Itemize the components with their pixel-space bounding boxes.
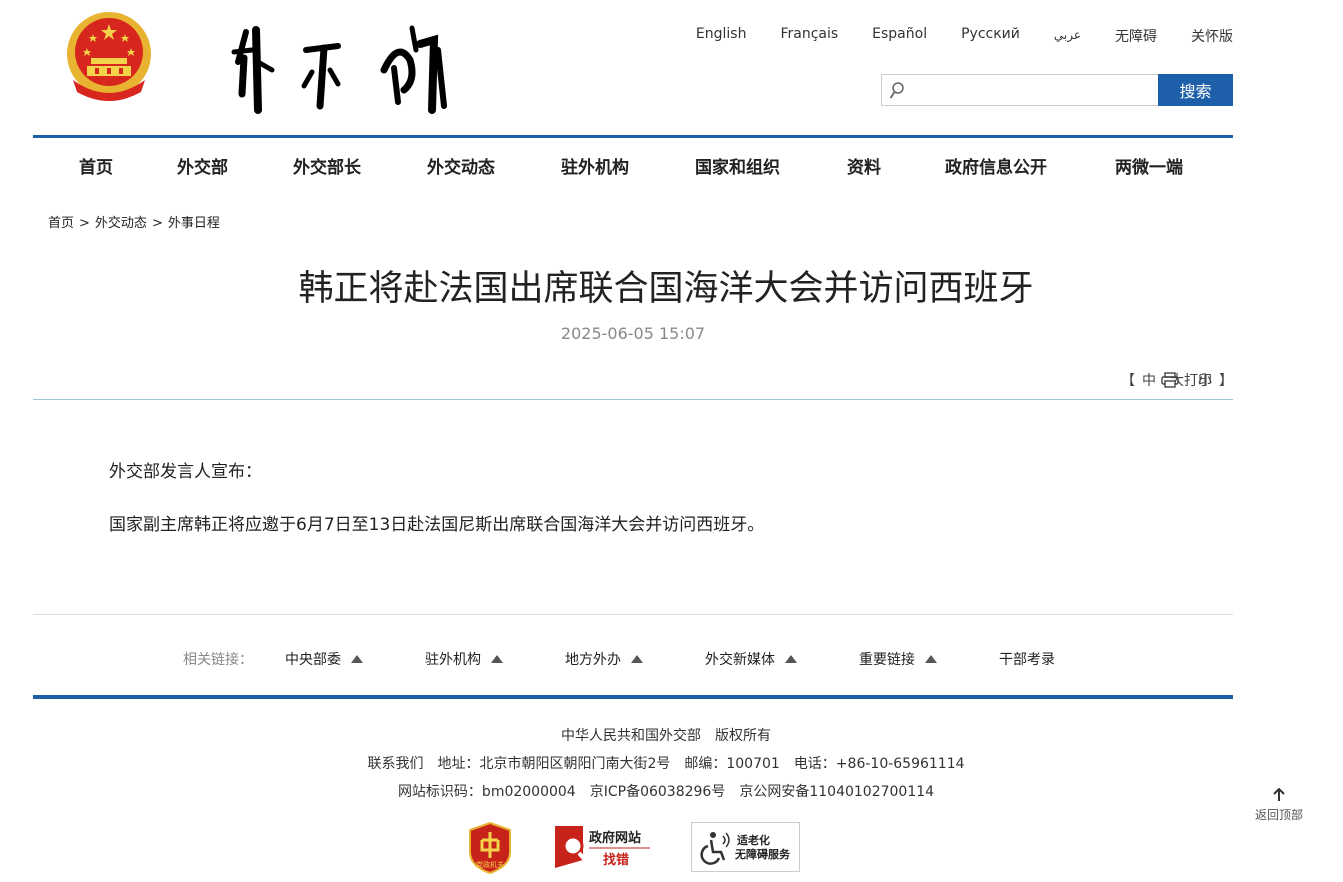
related-central-ministries[interactable]: 中央部委 bbox=[285, 649, 363, 669]
footer-address: 地址：北京市朝阳区朝阳门南大街2号 bbox=[437, 756, 671, 772]
nav-social-media[interactable]: 两微一端 bbox=[1115, 153, 1183, 178]
breadcrumb-schedule[interactable]: 外事日程 bbox=[168, 216, 220, 231]
related-recruitment[interactable]: 干部考录 bbox=[999, 649, 1055, 669]
triangle-up-icon bbox=[351, 655, 363, 663]
gov-site-error-badge[interactable]: 政府网站 找错 bbox=[553, 824, 653, 870]
footer-registration: 网站标识码：bm02000004 京ICP备06038296号 京公网安备11040… bbox=[33, 781, 1299, 801]
nav-gov-info[interactable]: 政府信息公开 bbox=[945, 153, 1047, 178]
related-new-media[interactable]: 外交新媒体 bbox=[705, 649, 797, 669]
party-gov-badge-text: 党政机关 bbox=[476, 860, 504, 869]
lang-russian-link[interactable]: Русский bbox=[961, 26, 1020, 46]
search-field bbox=[881, 74, 1158, 106]
article-paragraph: 国家副主席韩正将应邀于6月7日至13日赴法国尼斯出席联合国海洋大会并访问西班牙。 bbox=[109, 515, 765, 535]
article-divider bbox=[33, 399, 1233, 400]
triangle-up-icon bbox=[631, 655, 643, 663]
article-date: 2025-06-05 15:07 bbox=[560, 324, 706, 343]
breadcrumb-separator: > bbox=[151, 216, 163, 231]
search-bar: 搜索 bbox=[881, 74, 1233, 106]
footer-contact: 联系我们 地址：北京市朝阳区朝阳门南大街2号 邮编：100701 电话：+86-10-… bbox=[33, 753, 1299, 773]
related-links-label: 相关链接： bbox=[183, 652, 253, 668]
breadcrumb-separator: > bbox=[79, 216, 90, 231]
article-title: 韩正将赴法国出席联合国海洋大会并访问西班牙 bbox=[298, 269, 1034, 309]
breadcrumb-diplomatic-news[interactable]: 外交动态 bbox=[95, 216, 147, 231]
content-divider bbox=[33, 614, 1233, 615]
printer-icon bbox=[1161, 372, 1179, 388]
related-link-label: 外交新媒体 bbox=[705, 652, 775, 668]
lang-french-link[interactable]: Français bbox=[780, 26, 838, 46]
print-button[interactable]: 打印 bbox=[1161, 370, 1212, 390]
related-link-label: 地方外办 bbox=[565, 652, 621, 668]
lang-spanish-link[interactable]: Español bbox=[872, 26, 927, 46]
elderly-badge-top: 适老化 bbox=[737, 833, 770, 847]
gov-site-error-top: 政府网站 bbox=[589, 830, 641, 846]
bracket-open: 【 bbox=[1121, 373, 1135, 389]
related-link-label: 重要链接 bbox=[859, 652, 915, 668]
related-link-label: 驻外机构 bbox=[425, 652, 481, 668]
font-size-medium[interactable]: 中 bbox=[1142, 370, 1156, 390]
nav-countries-orgs[interactable]: 国家和组织 bbox=[695, 153, 780, 178]
police-record-link[interactable]: 京公网安备11040102700114 bbox=[739, 784, 934, 800]
nav-minister[interactable]: 外交部长 bbox=[293, 153, 361, 178]
footer-copyright: 中华人民共和国外交部 版权所有 bbox=[561, 728, 771, 744]
back-to-top-button[interactable]: 返回顶部 bbox=[1254, 788, 1304, 823]
footer-bar bbox=[33, 695, 1233, 699]
related-link-label: 中央部委 bbox=[285, 652, 341, 668]
nav-resources[interactable]: 资料 bbox=[847, 153, 881, 178]
search-input[interactable] bbox=[882, 75, 1158, 105]
back-to-top-label: 返回顶部 bbox=[1254, 808, 1303, 822]
gov-site-error-bottom: 找错 bbox=[603, 852, 629, 868]
contact-us-link[interactable]: 联系我们 bbox=[367, 756, 423, 772]
national-emblem-logo[interactable] bbox=[65, 10, 153, 102]
triangle-up-icon bbox=[785, 655, 797, 663]
article-paragraph: 外交部发言人宣布： bbox=[109, 462, 262, 482]
elderly-accessibility-badge[interactable]: 适老化 无障碍服务 bbox=[691, 822, 800, 872]
related-important-links[interactable]: 重要链接 bbox=[859, 649, 937, 669]
print-label: 打印 bbox=[1184, 373, 1212, 389]
triangle-up-icon bbox=[491, 655, 503, 663]
site-id: 网站标识码：bm02000004 bbox=[397, 784, 576, 800]
icp-link[interactable]: 京ICP备06038296号 bbox=[590, 784, 726, 800]
breadcrumb: 首页 > 外交动态 > 外事日程 bbox=[48, 212, 220, 231]
related-local-fao[interactable]: 地方外办 bbox=[565, 649, 643, 669]
footer-phone: 电话：+86-10-65961114 bbox=[793, 756, 965, 772]
nav-missions-abroad[interactable]: 驻外机构 bbox=[561, 153, 629, 178]
search-button[interactable]: 搜索 bbox=[1158, 74, 1233, 106]
nav-ministry[interactable]: 外交部 bbox=[177, 153, 228, 178]
lang-arabic-link[interactable]: عربي bbox=[1054, 28, 1081, 46]
related-missions-abroad[interactable]: 驻外机构 bbox=[425, 649, 503, 669]
triangle-up-icon bbox=[925, 655, 937, 663]
arrow-up-icon bbox=[1273, 788, 1285, 801]
bracket-close: 】 bbox=[1219, 373, 1233, 389]
lang-english-link[interactable]: English bbox=[696, 26, 747, 46]
accessibility-link[interactable]: 无障碍 bbox=[1115, 26, 1157, 46]
related-link-label: 干部考录 bbox=[999, 652, 1055, 668]
nav-home[interactable]: 首页 bbox=[79, 153, 113, 178]
party-gov-badge[interactable]: 党政机关 bbox=[468, 822, 512, 874]
search-icon bbox=[889, 82, 904, 99]
care-mode-link[interactable]: 关怀版 bbox=[1191, 26, 1233, 46]
nav-diplomatic-news[interactable]: 外交动态 bbox=[427, 153, 495, 178]
main-nav: 首页 外交部 外交部长 外交动态 驻外机构 国家和组织 资料 政府信息公开 两微… bbox=[33, 135, 1233, 189]
site-header: English Français Español Русский عربي 无障… bbox=[33, 0, 1233, 135]
language-bar: English Français Español Русский عربي 无障… bbox=[662, 26, 1233, 46]
footer-postcode: 邮编：100701 bbox=[684, 756, 780, 772]
elderly-badge-bottom: 无障碍服务 bbox=[734, 847, 791, 861]
breadcrumb-home[interactable]: 首页 bbox=[48, 216, 74, 231]
ministry-calligraphy-logo[interactable] bbox=[198, 10, 458, 125]
